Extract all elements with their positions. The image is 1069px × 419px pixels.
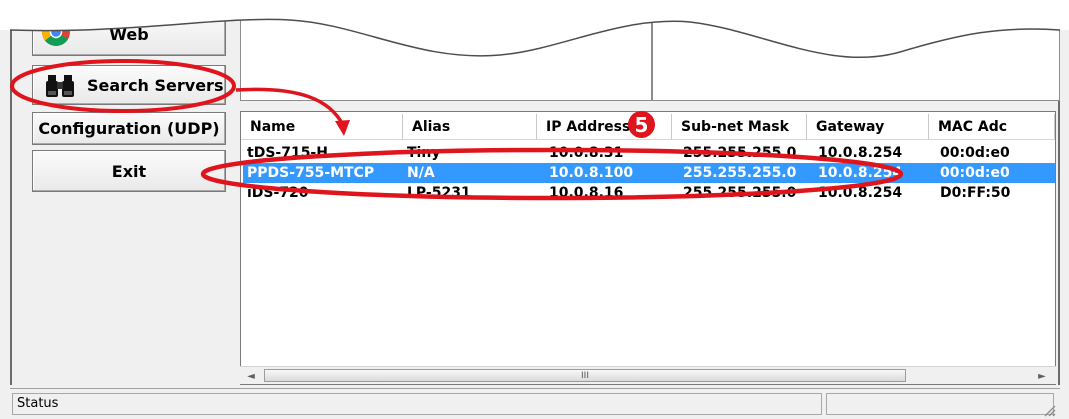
search-servers-button[interactable]: Search Servers [32, 65, 226, 105]
chrome-icon [42, 18, 70, 46]
exit-label: Exit [111, 161, 147, 181]
configuration-udp-label: Configuration (UDP) [38, 119, 220, 138]
server-list[interactable]: Name Alias IP Address Sub-net Mask Gatew… [240, 111, 1056, 385]
resize-grip-icon[interactable] [1042, 403, 1056, 417]
cell-subnet-mask: 255.255.255.0 [683, 185, 797, 201]
scroll-left-icon[interactable]: ◄ [242, 367, 260, 385]
cell-mac-address: 00:0d:e0 [940, 165, 1010, 181]
exit-button[interactable]: Exit [32, 150, 226, 192]
column-header-subnet-mask[interactable]: Sub-net Mask [672, 114, 807, 140]
binoculars-icon [46, 75, 74, 97]
web-button-label: Web [109, 24, 149, 44]
cell-ip-address: 10.0.8.100 [549, 165, 634, 181]
step-number-badge: 5 [628, 111, 655, 138]
cell-alias: N/A [407, 165, 435, 181]
web-button[interactable]: Web [32, 12, 226, 56]
scrollbar-thumb[interactable]: III [264, 369, 906, 382]
cell-name: PPDS-755-MTCP [247, 165, 375, 181]
window-left-border [10, 0, 12, 385]
scroll-right-icon[interactable]: ► [1033, 367, 1051, 385]
upper-panel-left [240, 0, 652, 101]
cell-mac-address: D0:FF:50 [940, 185, 1011, 201]
cell-mac-address: 00:0d:e0 [940, 145, 1010, 161]
horizontal-scrollbar[interactable]: ◄ III ► [240, 366, 1056, 384]
table-row[interactable]: tDS-715-H Tiny 10.0.8.31 255.255.255.0 1… [243, 143, 1055, 163]
column-header-alias[interactable]: Alias [403, 114, 537, 140]
cell-gateway: 10.0.8.254 [818, 165, 903, 181]
status-text: Status [12, 393, 822, 415]
cell-ip-address: 10.0.8.31 [549, 145, 624, 161]
table-row-selected[interactable]: PPDS-755-MTCP N/A 10.0.8.100 255.255.255… [243, 163, 1055, 183]
status-panel-secondary [826, 393, 1054, 415]
cell-subnet-mask: 255.255.255.0 [683, 165, 797, 181]
cell-gateway: 10.0.8.254 [818, 145, 903, 161]
cell-name: tDS-715-H [247, 145, 328, 161]
column-header-mac-address[interactable]: MAC Adc [929, 114, 1055, 140]
scrollbar-grip-icon: III [581, 370, 589, 381]
cell-subnet-mask: 255.255.255.0 [683, 145, 797, 161]
cell-name: iDS-720 [247, 185, 309, 201]
status-bar: Status [10, 388, 1060, 419]
cell-alias: Tiny [407, 145, 441, 161]
cell-ip-address: 10.0.8.16 [549, 185, 624, 201]
table-row[interactable]: iDS-720 LP-5231 10.0.8.16 255.255.255.0 … [243, 183, 1055, 203]
cell-alias: LP-5231 [407, 185, 471, 201]
column-header-gateway[interactable]: Gateway [807, 114, 929, 140]
cell-gateway: 10.0.8.254 [818, 185, 903, 201]
column-header-name[interactable]: Name [241, 114, 403, 140]
search-servers-label: Search Servers [87, 75, 224, 95]
upper-panel-right [652, 0, 1060, 101]
configuration-udp-button[interactable]: Configuration (UDP) [32, 112, 226, 145]
